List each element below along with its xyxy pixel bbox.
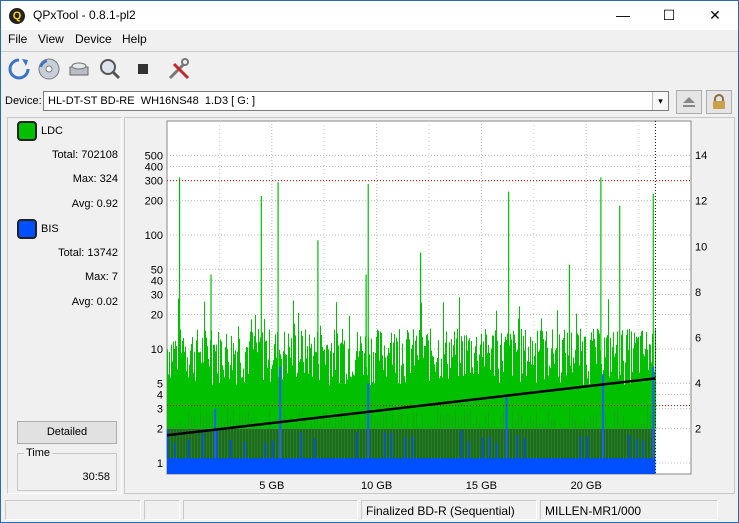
drive-info-icon[interactable]	[66, 56, 92, 82]
status-media-id: MILLEN-MR1/000	[540, 500, 718, 520]
menu-bar: File View Device Help	[1, 30, 738, 50]
y-right-tick-label: 2	[695, 423, 701, 435]
disc-scan-icon[interactable]	[36, 56, 62, 82]
device-label: Device:	[5, 95, 42, 107]
y-left-tick-label: 1	[157, 458, 163, 470]
toolbar	[1, 51, 738, 85]
x-tick-label: 10 GB	[361, 480, 392, 492]
lock-icon	[713, 94, 725, 109]
maximize-button[interactable]: ☐	[646, 1, 692, 30]
y-left-tick-label: 100	[145, 230, 163, 242]
time-group: Time 30:58	[17, 447, 117, 491]
chevron-down-icon[interactable]: ▾	[652, 92, 668, 110]
status-disc-type: Finalized BD-R (Sequential)	[361, 500, 537, 520]
bis-color-swatch	[17, 219, 37, 239]
stop-icon[interactable]	[130, 56, 156, 82]
device-select[interactable]: HL-DT-ST BD-RE WH16NS48 1.D3 [ G: ] ▾	[43, 91, 669, 111]
y-left-tick-label: 20	[151, 310, 163, 322]
y-right-tick-label: 4	[695, 378, 701, 390]
y-right-tick-label: 14	[695, 150, 707, 162]
menu-view[interactable]: View	[34, 32, 68, 46]
close-button[interactable]: ✕	[692, 1, 738, 30]
lock-button[interactable]	[706, 90, 732, 114]
bis-label: BIS	[41, 223, 59, 235]
ldc-label: LDC	[41, 125, 64, 137]
y-left-tick-label: 10	[151, 344, 163, 356]
y-left-tick-label: 4	[157, 389, 163, 401]
zoom-icon[interactable]	[97, 56, 123, 82]
y-right-tick-label: 10	[695, 241, 707, 253]
detailed-button[interactable]: Detailed	[17, 421, 117, 444]
chart-frame: 1 2 3 4 5 10 20 30 40 50 100 200 300 400 500 2 4 6 8 10 12 14…	[124, 117, 735, 494]
y-left-tick-label: 50	[151, 264, 163, 276]
ldc-total: Total: 702108	[51, 149, 118, 161]
y-left-tick-label: 400	[145, 161, 163, 173]
bis-avg: Avg: 0.02	[71, 296, 118, 308]
y-left-tick-label: 30	[151, 290, 163, 302]
device-selected-value: HL-DT-ST BD-RE WH16NS48 1.D3 [ G: ]	[48, 95, 256, 107]
bis-max: Max: 7	[84, 271, 118, 283]
bis-total: Total: 13742	[58, 247, 118, 259]
status-cell-empty	[183, 500, 358, 520]
y-left-tick-label: 500	[145, 150, 163, 162]
time-title: Time	[24, 447, 53, 459]
y-left-tick-label: 200	[145, 196, 163, 208]
y-left-tick-label: 2	[157, 424, 163, 436]
ldc-color-swatch	[17, 121, 37, 141]
x-tick-label: 5 GB	[259, 480, 284, 492]
eject-icon	[683, 97, 695, 107]
refresh-icon[interactable]	[6, 56, 32, 82]
app-window: Q QPxTool - 0.8.1-pl2 — ☐ ✕ File View De…	[0, 0, 739, 523]
device-bar: Device: HL-DT-ST BD-RE WH16NS48 1.D3 [ G…	[1, 87, 738, 115]
ldc-avg: Avg: 0.92	[71, 198, 118, 210]
menu-device[interactable]: Device	[71, 32, 116, 46]
window-title: QPxTool - 0.8.1-pl2	[33, 8, 136, 22]
menu-help[interactable]: Help	[118, 32, 151, 46]
y-right-tick-label: 6	[695, 332, 701, 344]
ldc-bis-chart: 1234510203040501002003004005002468101214…	[145, 120, 707, 492]
eject-button[interactable]	[676, 90, 702, 114]
minimize-button[interactable]: —	[600, 1, 646, 30]
title-bar[interactable]: Q QPxTool - 0.8.1-pl2 — ☐ ✕	[1, 1, 738, 30]
ldc-max: Max: 324	[72, 173, 118, 185]
y-left-tick-label: 5	[157, 378, 163, 390]
app-logo-icon: Q	[9, 8, 25, 24]
time-value: 30:58	[82, 471, 110, 483]
tools-icon[interactable]	[166, 56, 192, 82]
x-tick-label: 15 GB	[466, 480, 497, 492]
y-left-tick-label: 3	[157, 404, 163, 416]
y-left-tick-label: 300	[145, 176, 163, 188]
status-bar: Finalized BD-R (Sequential) MILLEN-MR1/0…	[1, 498, 738, 522]
bis-series	[167, 458, 656, 474]
y-left-tick-label: 40	[151, 275, 163, 287]
status-cell-1	[5, 500, 141, 520]
y-right-tick-label: 8	[695, 287, 701, 299]
menu-file[interactable]: File	[4, 32, 31, 46]
y-right-tick-label: 12	[695, 196, 707, 208]
x-tick-label: 20 GB	[571, 480, 602, 492]
status-cell-2	[144, 500, 180, 520]
